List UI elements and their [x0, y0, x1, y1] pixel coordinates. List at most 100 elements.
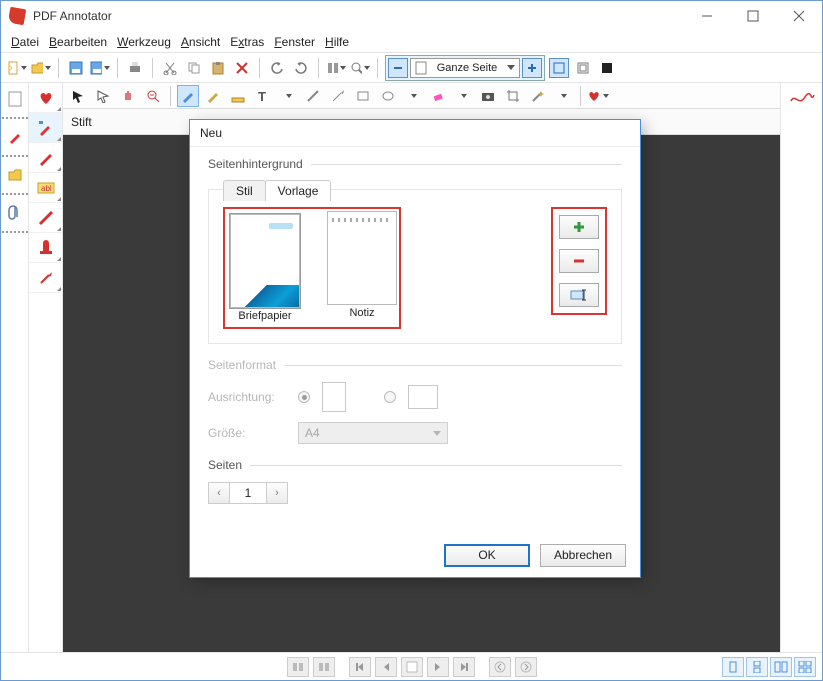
templates-row: Briefpapier Notiz	[223, 207, 607, 329]
tool-line-icon[interactable]	[29, 203, 62, 233]
fit-page-button[interactable]	[573, 58, 593, 78]
view-two-continuous-icon[interactable]	[794, 657, 816, 677]
page-count-decrement[interactable]: ‹	[208, 482, 230, 504]
template-remove-button[interactable]	[559, 249, 599, 273]
tool-textbox-icon[interactable]: abl	[29, 173, 62, 203]
toolbar-save-button[interactable]	[66, 58, 86, 78]
tool-more4-button[interactable]	[552, 85, 574, 107]
template-caption: Notiz	[349, 307, 374, 319]
tool-crop-icon[interactable]	[502, 85, 524, 107]
template-add-button[interactable]	[559, 215, 599, 239]
page-icon	[415, 61, 427, 75]
nav-back-button[interactable]	[489, 657, 511, 677]
menu-help[interactable]: Hilfe	[325, 35, 349, 49]
tool-cursor-icon[interactable]	[67, 85, 89, 107]
tool-wand-icon[interactable]	[527, 85, 549, 107]
tool-line2-icon[interactable]	[302, 85, 324, 107]
cancel-label: Abbrechen	[554, 548, 612, 562]
view-single-icon[interactable]	[722, 657, 744, 677]
fullscreen-button[interactable]	[597, 58, 617, 78]
tool-select-icon[interactable]	[92, 85, 114, 107]
tool-pen-active-icon[interactable]	[177, 85, 199, 107]
tool-more1-button[interactable]	[277, 85, 299, 107]
tool-stamp-icon[interactable]	[29, 233, 62, 263]
orientation-row: Ausrichtung:	[208, 382, 622, 412]
page-count-value[interactable]: 1	[230, 482, 266, 504]
tool-eraser-icon[interactable]	[427, 85, 449, 107]
cancel-button[interactable]: Abbrechen	[540, 544, 626, 567]
nav-page-field[interactable]	[401, 657, 423, 677]
ok-button[interactable]: OK	[444, 544, 530, 567]
tool-favorites-icon[interactable]	[587, 85, 609, 107]
toolbar-undo-button[interactable]	[267, 58, 287, 78]
toolbar-delete-button[interactable]	[232, 58, 252, 78]
tool-heart-icon[interactable]	[29, 83, 62, 113]
tool-arrow2-icon[interactable]	[327, 85, 349, 107]
close-button[interactable]	[776, 1, 822, 31]
template-item-notiz[interactable]: Notiz	[327, 211, 397, 325]
zoom-in-button[interactable]	[522, 58, 542, 78]
nav-next-button[interactable]	[427, 657, 449, 677]
minimize-button[interactable]	[684, 1, 730, 31]
toolbar-saveas-button[interactable]	[90, 58, 110, 78]
annotate-toolbar: T	[63, 83, 780, 109]
toolbar-open-button[interactable]	[31, 58, 51, 78]
menu-edit[interactable]: Bearbeiten	[49, 35, 107, 49]
toolbar-paste-button[interactable]	[208, 58, 228, 78]
app-window: PDF Annotator Datei Bearbeiten Werkzeug …	[0, 0, 823, 681]
divider	[311, 164, 622, 165]
tool-arrow-icon[interactable]	[29, 263, 62, 293]
tool-zoom-out-icon[interactable]	[142, 85, 164, 107]
separator	[2, 117, 28, 119]
section-format-header: Seitenformat	[208, 358, 622, 372]
nav-prev-button[interactable]	[375, 657, 397, 677]
menu-window[interactable]: Fenster	[274, 35, 315, 49]
orientation-portrait-radio	[298, 391, 310, 403]
toolbar-cut-button[interactable]	[160, 58, 180, 78]
tool-pan-icon[interactable]	[117, 85, 139, 107]
tool-pen-red-icon[interactable]	[29, 143, 62, 173]
toolbar-new-button[interactable]	[7, 58, 27, 78]
nav-last-button[interactable]	[453, 657, 475, 677]
maximize-button[interactable]	[730, 1, 776, 31]
view-continuous-icon[interactable]	[746, 657, 768, 677]
toolbar-find-button[interactable]	[326, 58, 346, 78]
toolbar-search-button[interactable]	[350, 58, 370, 78]
tool-pencil-icon[interactable]	[202, 85, 224, 107]
panel-tab-folder-icon[interactable]	[5, 165, 25, 185]
tab-template[interactable]: Vorlage	[265, 180, 332, 201]
tool-measure-icon[interactable]	[227, 85, 249, 107]
tool-more2-button[interactable]	[402, 85, 424, 107]
section-format-label: Seitenformat	[208, 358, 276, 372]
menu-view[interactable]: Ansicht	[181, 35, 220, 49]
tool-more3-button[interactable]	[452, 85, 474, 107]
zoom-out-button[interactable]	[388, 58, 408, 78]
panel-tab-attachment-icon[interactable]	[5, 203, 25, 223]
section-background-label: Seitenhintergrund	[208, 157, 303, 171]
template-item-briefpapier[interactable]: Briefpapier	[227, 211, 303, 325]
template-rename-button[interactable]	[559, 283, 599, 307]
status-book-right-icon[interactable]	[313, 657, 335, 677]
zoom-select[interactable]: Ganze Seite	[410, 58, 520, 78]
menu-file[interactable]: Datei	[11, 35, 39, 49]
toolbar-redo-button[interactable]	[291, 58, 311, 78]
tool-ellipse-icon[interactable]	[377, 85, 399, 107]
page-count-increment[interactable]: ›	[266, 482, 288, 504]
panel-tab-pen-icon[interactable]	[5, 127, 25, 147]
menu-tool[interactable]: Werkzeug	[117, 35, 171, 49]
tool-camera-icon[interactable]	[477, 85, 499, 107]
toolbar-print-button[interactable]	[125, 58, 145, 78]
nav-forward-button[interactable]	[515, 657, 537, 677]
status-book-left-icon[interactable]	[287, 657, 309, 677]
menu-extra[interactable]: Extras	[230, 35, 264, 49]
tool-pen-edit-icon[interactable]	[29, 113, 62, 143]
fit-width-button[interactable]	[549, 58, 569, 78]
toolbar-copy-button[interactable]	[184, 58, 204, 78]
panel-tab-page-icon[interactable]	[5, 89, 25, 109]
nav-first-button[interactable]	[349, 657, 371, 677]
section-format: Seitenformat Ausrichtung: Größe: A4	[208, 358, 622, 444]
tool-rect-icon[interactable]	[352, 85, 374, 107]
tab-style[interactable]: Stil	[223, 180, 266, 201]
tool-text-icon[interactable]: T	[252, 85, 274, 107]
view-two-page-icon[interactable]	[770, 657, 792, 677]
